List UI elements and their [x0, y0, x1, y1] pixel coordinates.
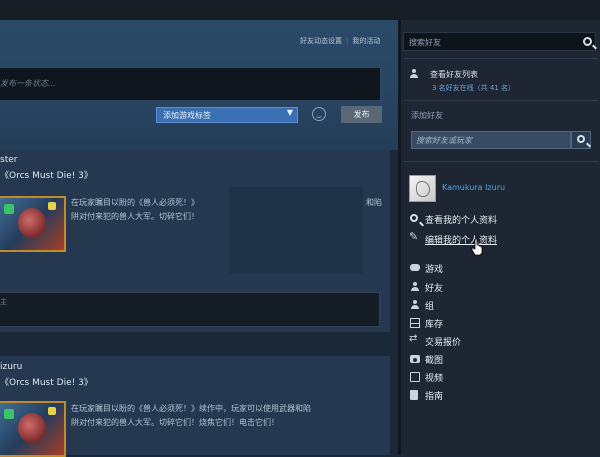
pencil-icon — [409, 230, 420, 244]
person-icon — [410, 69, 418, 78]
divider — [403, 100, 598, 101]
status-placeholder: 发布一条状态... — [0, 79, 56, 88]
feed-description: 在玩家瞩目以盼的《兽人必须死！》续作中，玩家可以使用武器和陷 阱对付来犯的兽人大… — [71, 402, 311, 430]
feed-description-text: 和陷 — [366, 198, 382, 207]
view-friends-link[interactable]: 查看好友列表 — [430, 69, 478, 80]
menu-label: 截图 — [425, 356, 444, 366]
menu-label: 查看我的个人资料 — [425, 216, 498, 226]
top-links: 好友动态设置 | 我的活动 — [300, 36, 380, 46]
feed-description-line: 在玩家瞩目以盼的《兽人必须死！》续作中，玩家可以使用武器和陷 — [71, 404, 311, 413]
my-activity-link[interactable]: 我的活动 — [352, 37, 380, 45]
search-icon[interactable] — [583, 37, 592, 46]
menu-label: 库存 — [425, 320, 444, 330]
inventory-icon — [410, 318, 420, 328]
avatar-drawing — [416, 181, 430, 197]
profile-username[interactable]: Kamukura Izuru — [442, 183, 505, 192]
decoration-icon — [4, 204, 14, 214]
menu-label: 游戏 — [425, 265, 444, 275]
add-friends-label: 添加好友 — [411, 111, 443, 120]
decoration-icon — [4, 409, 14, 419]
menu-label: 交易报价 — [425, 338, 462, 348]
gamepad-icon — [410, 264, 420, 271]
menu-label: 编辑我的个人资料 — [425, 236, 498, 246]
redacted-block — [229, 187, 363, 273]
link-separator: | — [346, 37, 349, 45]
avatar[interactable] — [409, 175, 436, 202]
person-icon — [411, 282, 421, 292]
comment-input[interactable] — [0, 292, 380, 327]
trade-icon — [409, 333, 420, 346]
feed-description: 在玩家瞩目以盼的《兽人必须死！》 和陷 阱对付来犯的兽人大军。切碎它们！ — [71, 196, 382, 224]
comment-placeholder: 主 — [0, 298, 7, 306]
online-count[interactable]: 3 名好友在线（共 41 名） — [432, 83, 515, 93]
hand-cursor-icon — [471, 238, 483, 256]
feed-description-text: 在玩家瞩目以盼的《兽人必须死！》 — [71, 198, 199, 207]
friend-search-placeholder: 搜索好友 — [409, 38, 441, 47]
smiley-icon — [316, 114, 322, 118]
camera-icon — [410, 355, 420, 363]
tv-icon — [410, 372, 420, 382]
menu-label: 组 — [425, 302, 435, 312]
feed-user-name[interactable]: izuru — [0, 362, 22, 372]
chevron-down-icon: ▼ — [286, 108, 293, 117]
guide-icon — [410, 390, 418, 400]
game-thumbnail[interactable] — [0, 401, 66, 457]
activity-settings-link[interactable]: 好友动态设置 — [300, 37, 342, 45]
post-button[interactable]: 发布 — [341, 106, 382, 123]
menu-label: 好友 — [425, 284, 444, 294]
game-tag-select[interactable]: 添加游戏标签 ▼ — [156, 107, 298, 123]
search-icon — [577, 135, 585, 143]
status-input[interactable] — [0, 67, 381, 101]
feed-user-name[interactable]: ster — [0, 155, 17, 165]
divider — [403, 58, 598, 59]
emoticon-button[interactable] — [312, 107, 326, 121]
player-search-button[interactable] — [571, 131, 591, 149]
game-thumbnail[interactable] — [0, 196, 66, 252]
feed-description-line: 在玩家瞩目以盼的《兽人必须死！》 和陷 — [71, 196, 382, 210]
menu-label: 视频 — [425, 374, 444, 384]
game-tag-select-value: 添加游戏标签 — [163, 111, 211, 120]
feed-game-title[interactable]: 《Orcs Must Die! 3》 — [0, 375, 93, 388]
divider — [403, 161, 598, 162]
decoration-icon — [48, 407, 56, 415]
magnifier-icon — [410, 214, 420, 224]
player-search-placeholder: 搜索好友或玩家 — [416, 136, 472, 145]
orc-face-icon — [18, 413, 46, 443]
menu-label: 指南 — [425, 392, 444, 402]
top-bar — [0, 0, 600, 20]
group-icon — [411, 300, 421, 310]
decoration-icon — [48, 202, 56, 210]
orc-face-icon — [18, 208, 46, 238]
feed-game-title[interactable]: 《Orcs Must Die! 3》 — [0, 168, 93, 181]
feed-description-line: 阱对付来犯的兽人大军。切碎它们！ — [71, 212, 199, 221]
feed-description-line: 阱对付来犯的兽人大军。切碎它们！烧焦它们！电击它们！ — [71, 418, 279, 427]
